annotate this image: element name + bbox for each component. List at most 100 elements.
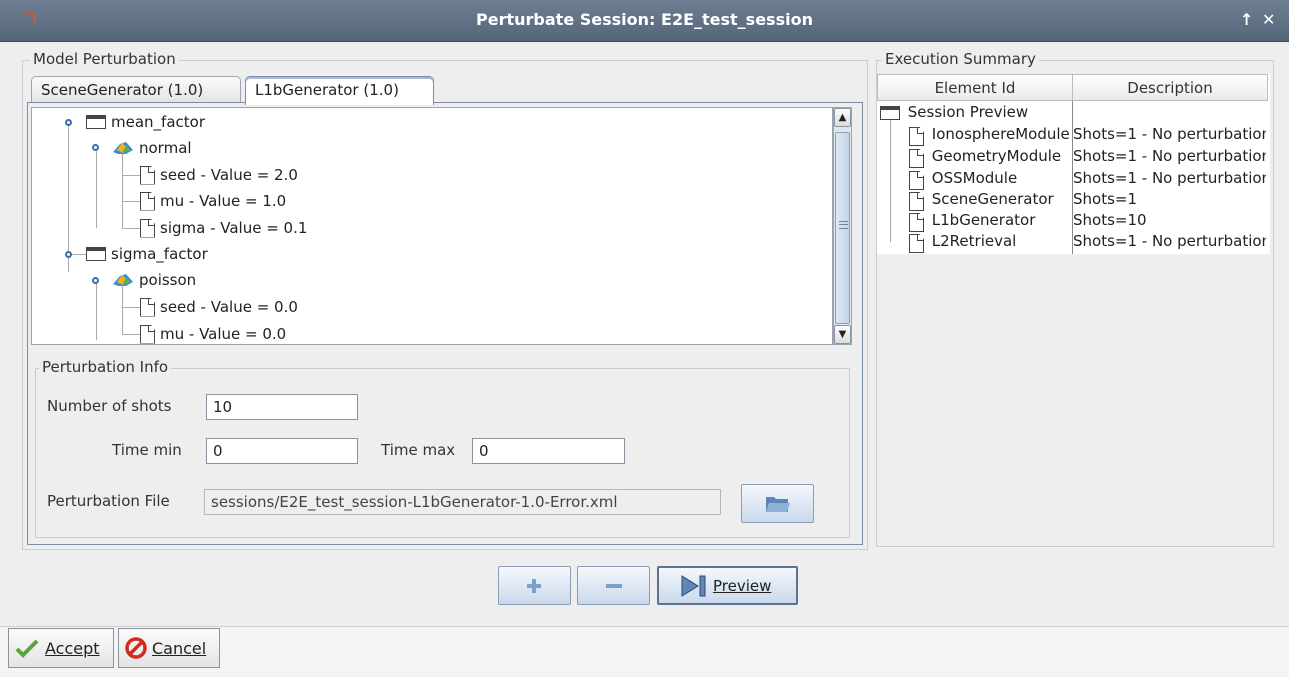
cancel-icon	[125, 637, 147, 659]
remove-button[interactable]	[577, 566, 650, 605]
file-icon	[140, 165, 155, 185]
file-icon	[140, 191, 155, 211]
tree-node-poisson[interactable]: poisson	[112, 269, 196, 291]
expand-knob-icon[interactable]	[92, 144, 99, 151]
window-title: Perturbate Session: E2E_test_session	[476, 10, 813, 29]
tree-node-label: seed - Value = 0.0	[160, 298, 298, 316]
element-description: Shots=1 - No perturbation	[1073, 125, 1266, 143]
tree-node-label: mu - Value = 0.0	[160, 325, 287, 343]
file-icon	[140, 218, 155, 238]
time-max-input[interactable]: 0	[472, 438, 625, 464]
tree-line	[122, 201, 140, 202]
tree-line	[890, 120, 891, 242]
checkmark-icon	[15, 639, 39, 658]
minus-icon	[606, 584, 622, 588]
number-of-shots-label: Number of shots	[47, 397, 172, 415]
folder-icon	[880, 106, 900, 120]
tree-node-label: seed - Value = 2.0	[160, 166, 298, 184]
maximize-icon[interactable]: ↑	[1240, 10, 1253, 29]
tree-line	[122, 307, 140, 308]
element-id: GeometryModule	[931, 147, 1062, 165]
column-header-element-id[interactable]: Element Id	[877, 74, 1073, 101]
file-icon	[909, 127, 924, 146]
tab-l1b-generator[interactable]: L1bGenerator (1.0)	[245, 76, 434, 105]
time-max-label: Time max	[381, 441, 456, 459]
tree-node-label: mean_factor	[111, 113, 205, 131]
tree-scrollbar[interactable]: ▲ ▼	[833, 107, 852, 345]
tree-node-seed[interactable]: seed - Value = 2.0	[140, 164, 298, 186]
plus-icon	[527, 579, 541, 593]
distribution-icon	[113, 274, 133, 286]
scroll-up-icon[interactable]: ▲	[834, 108, 851, 127]
file-icon	[909, 192, 924, 211]
tree-line	[96, 148, 97, 228]
file-icon	[909, 171, 924, 190]
execution-summary-label: Execution Summary	[882, 50, 1039, 68]
preview-label: Preview	[713, 577, 772, 595]
tree-line	[122, 228, 140, 229]
summary-row[interactable]: IonosphereModule	[909, 124, 1072, 146]
perturbation-file-label: Perturbation File	[47, 492, 170, 510]
summary-row[interactable]: L2Retrieval	[909, 231, 1072, 253]
distribution-icon	[113, 142, 133, 154]
scroll-down-icon[interactable]: ▼	[834, 325, 851, 344]
tree-node-seed[interactable]: seed - Value = 0.0	[140, 296, 298, 318]
tree-node-label: sigma - Value = 0.1	[160, 219, 308, 237]
tree-node-normal[interactable]: normal	[112, 137, 192, 159]
tree-line	[122, 334, 140, 335]
element-description: Shots=1 - No perturbation	[1073, 169, 1266, 187]
file-icon	[140, 297, 155, 317]
preview-button[interactable]: Preview	[657, 566, 798, 605]
perturbation-file-field: sessions/E2E_test_session-L1bGenerator-1…	[204, 489, 721, 515]
file-icon	[909, 213, 924, 232]
element-description: Shots=10	[1073, 211, 1147, 229]
tree-node-sigma-factor[interactable]: sigma_factor	[86, 243, 208, 265]
number-of-shots-input[interactable]: 10	[206, 394, 358, 420]
tab-scene-generator[interactable]: SceneGenerator (1.0)	[31, 76, 241, 104]
tree-node-label: normal	[139, 139, 192, 157]
column-divider	[1072, 101, 1073, 254]
add-button[interactable]	[498, 566, 571, 605]
summary-row[interactable]: GeometryModule	[909, 146, 1072, 168]
element-id: OSSModule	[931, 169, 1018, 187]
file-icon	[909, 149, 924, 168]
summary-row[interactable]: L1bGenerator	[909, 210, 1072, 232]
expand-knob-icon[interactable]	[92, 277, 99, 284]
cancel-label: Cancel	[152, 638, 207, 658]
tree-node-mu[interactable]: mu - Value = 0.0	[140, 323, 287, 344]
expand-knob-icon[interactable]	[65, 251, 72, 258]
folder-icon	[86, 115, 106, 129]
element-id: L1bGenerator	[931, 211, 1036, 229]
summary-root-label: Session Preview	[907, 103, 1029, 121]
element-id: IonosphereModule	[931, 125, 1070, 143]
window-titlebar: Perturbate Session: E2E_test_session ↑ ✕	[0, 0, 1289, 42]
time-min-input[interactable]: 0	[206, 438, 358, 464]
tree-line	[68, 122, 69, 272]
scroll-thumb[interactable]	[835, 132, 850, 324]
time-min-label: Time min	[112, 441, 182, 459]
tree-node-mu[interactable]: mu - Value = 1.0	[140, 190, 286, 212]
grip-icon	[839, 221, 848, 229]
file-icon	[909, 234, 924, 253]
tree-node-mean-factor[interactable]: mean_factor	[86, 111, 205, 133]
browse-file-button[interactable]	[741, 484, 814, 523]
execution-summary-table[interactable]: Element Id Description Session Preview I…	[877, 74, 1270, 254]
perturbation-tree[interactable]: mean_factor normal seed - Value = 2.0 mu…	[31, 107, 833, 345]
tree-line	[122, 148, 123, 228]
column-header-description[interactable]: Description	[1072, 74, 1268, 101]
element-id: L2Retrieval	[931, 232, 1017, 250]
tree-node-label: mu - Value = 1.0	[160, 192, 287, 210]
expand-knob-icon[interactable]	[65, 119, 72, 126]
summary-row[interactable]: SceneGenerator	[909, 189, 1072, 211]
accept-button[interactable]: Accept	[8, 628, 114, 668]
element-description: Shots=1	[1073, 190, 1138, 208]
play-step-icon	[681, 575, 706, 597]
tree-node-sigma[interactable]: sigma - Value = 0.1	[140, 217, 307, 239]
perturbation-info-label: Perturbation Info	[39, 358, 172, 376]
summary-root-row[interactable]: Session Preview	[880, 102, 1028, 123]
tree-line	[122, 175, 140, 176]
close-icon[interactable]: ✕	[1262, 10, 1275, 29]
cancel-button[interactable]: Cancel	[118, 628, 220, 668]
folder-open-icon	[766, 497, 790, 512]
summary-row[interactable]: OSSModule	[909, 168, 1072, 190]
